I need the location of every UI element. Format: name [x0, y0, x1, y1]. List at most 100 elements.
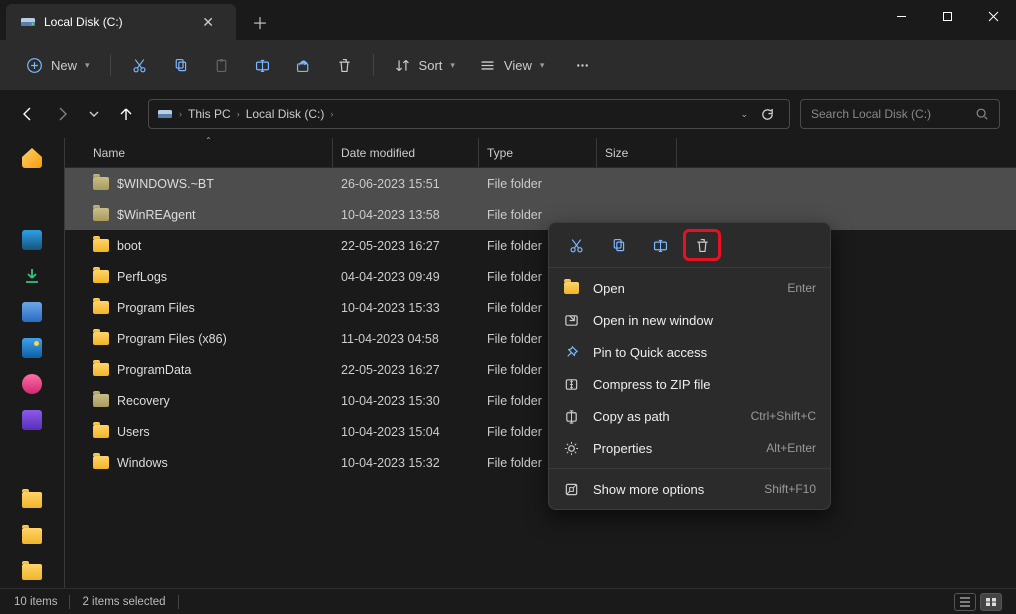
sidebar-documents-icon[interactable] [22, 302, 42, 322]
sidebar-pictures-icon[interactable] [22, 338, 42, 358]
ctx-item[interactable]: Open in new window [549, 304, 830, 336]
sidebar-downloads-icon[interactable] [22, 266, 42, 286]
paste-button[interactable] [203, 51, 240, 80]
folder-icon [93, 208, 109, 221]
ctx-copy-button[interactable] [601, 231, 635, 259]
maximize-button[interactable] [924, 0, 970, 32]
address-bar[interactable]: › This PC › Local Disk (C:) › ⌄ [148, 99, 790, 129]
file-date: 10-04-2023 15:04 [333, 425, 479, 439]
close-button[interactable] [970, 0, 1016, 32]
table-row[interactable]: boot22-05-2023 16:27File folder [65, 230, 1016, 261]
ctx-rename-button[interactable] [643, 231, 677, 259]
file-type: File folder [479, 177, 597, 191]
chevron-down-icon: ▾ [450, 60, 455, 71]
folder-icon [563, 282, 579, 294]
folder-icon [93, 363, 109, 376]
folder-icon [93, 394, 109, 407]
toolbar: New ▾ Sort ▾ View ▾ [0, 40, 1016, 90]
file-name: Windows [117, 456, 168, 470]
ctx-label: Pin to Quick access [593, 345, 707, 360]
ctx-item[interactable]: OpenEnter [549, 272, 830, 304]
file-pane: Name⌃ Date modified Type Size $WINDOWS.~… [64, 138, 1016, 588]
zip-icon [563, 377, 579, 392]
context-menu: OpenEnterOpen in new window Pin to Quick … [548, 222, 831, 510]
context-items: OpenEnterOpen in new window Pin to Quick … [549, 268, 830, 509]
tab-close-button[interactable]: ✕ [196, 12, 220, 33]
folder-icon [93, 425, 109, 438]
delete-button[interactable] [326, 51, 363, 80]
sidebar-folder-icon[interactable] [22, 492, 42, 512]
sort-button[interactable]: Sort ▾ [384, 51, 465, 80]
ctx-item[interactable]: PropertiesAlt+Enter [549, 432, 830, 464]
column-date[interactable]: Date modified [333, 138, 479, 167]
refresh-button[interactable] [754, 107, 781, 122]
file-name: Program Files (x86) [117, 332, 227, 346]
file-date: 11-04-2023 04:58 [333, 332, 479, 346]
sidebar-folder-icon[interactable] [22, 564, 42, 584]
separator [69, 595, 70, 609]
chevron-right-icon: › [330, 109, 333, 119]
breadcrumb-part[interactable]: Local Disk (C:) [246, 107, 325, 121]
ctx-label: Properties [593, 441, 652, 456]
column-size[interactable]: Size [597, 138, 677, 167]
rename-button[interactable] [244, 51, 281, 80]
more-button[interactable] [564, 51, 601, 80]
sidebar-folder-icon[interactable] [22, 528, 42, 548]
details-view-button[interactable] [954, 593, 976, 611]
column-type[interactable]: Type [479, 138, 597, 167]
file-name: boot [117, 239, 141, 253]
search-box[interactable]: Search Local Disk (C:) [800, 99, 1000, 129]
view-button[interactable]: View ▾ [469, 51, 554, 80]
file-name: Program Files [117, 301, 195, 315]
more-icon [563, 482, 579, 497]
file-name: $WinREAgent [117, 208, 196, 222]
folder-icon [93, 301, 109, 314]
table-row[interactable]: $WinREAgent10-04-2023 13:58File folder [65, 199, 1016, 230]
table-row[interactable]: Windows10-04-2023 15:32File folder [65, 447, 1016, 478]
file-date: 22-05-2023 16:27 [333, 363, 479, 377]
copy-button[interactable] [162, 51, 199, 80]
column-name[interactable]: Name⌃ [85, 138, 333, 167]
window-tab[interactable]: Local Disk (C:) ✕ [6, 4, 236, 40]
sort-asc-icon: ⌃ [205, 136, 212, 145]
file-date: 04-04-2023 09:49 [333, 270, 479, 284]
folder-icon [93, 270, 109, 283]
cut-button[interactable] [121, 51, 158, 80]
table-row[interactable]: Users10-04-2023 15:04File folder [65, 416, 1016, 447]
table-row[interactable]: Program Files10-04-2023 15:33File folder [65, 292, 1016, 323]
sidebar-videos-icon[interactable] [22, 410, 42, 430]
tiles-view-button[interactable] [980, 593, 1002, 611]
forward-button[interactable] [50, 102, 74, 126]
ctx-hint: Ctrl+Shift+C [751, 409, 816, 423]
sidebar [0, 138, 64, 588]
table-row[interactable]: PerfLogs04-04-2023 09:49File folder [65, 261, 1016, 292]
minimize-button[interactable] [878, 0, 924, 32]
new-tab-button[interactable]: ＋ [236, 4, 284, 40]
new-button[interactable]: New ▾ [16, 51, 100, 80]
ctx-label: Show more options [593, 482, 704, 497]
search-icon [975, 107, 989, 121]
file-date: 10-04-2023 15:32 [333, 456, 479, 470]
separator [373, 54, 374, 76]
up-button[interactable] [114, 102, 138, 126]
breadcrumb-part[interactable]: This PC [188, 107, 231, 121]
sidebar-desktop-icon[interactable] [22, 230, 42, 250]
folder-icon [93, 332, 109, 345]
sidebar-home-icon[interactable] [22, 148, 42, 168]
table-row[interactable]: Recovery10-04-2023 15:30File folder [65, 385, 1016, 416]
table-row[interactable]: $WINDOWS.~BT26-06-2023 15:51File folder [65, 168, 1016, 199]
ctx-item[interactable]: Pin to Quick access [549, 336, 830, 368]
ctx-delete-button[interactable] [685, 231, 719, 259]
ctx-cut-button[interactable] [559, 231, 593, 259]
ctx-item[interactable]: Copy as pathCtrl+Shift+C [549, 400, 830, 432]
ctx-item[interactable]: Compress to ZIP file [549, 368, 830, 400]
back-button[interactable] [16, 102, 40, 126]
share-button[interactable] [285, 51, 322, 80]
table-row[interactable]: Program Files (x86)11-04-2023 04:58File … [65, 323, 1016, 354]
ctx-show-more[interactable]: Show more optionsShift+F10 [549, 473, 830, 505]
sidebar-music-icon[interactable] [22, 374, 42, 394]
address-dropdown-button[interactable]: ⌄ [740, 109, 748, 120]
recent-button[interactable] [84, 104, 104, 124]
table-row[interactable]: ProgramData22-05-2023 16:27File folder [65, 354, 1016, 385]
ctx-label: Compress to ZIP file [593, 377, 711, 392]
